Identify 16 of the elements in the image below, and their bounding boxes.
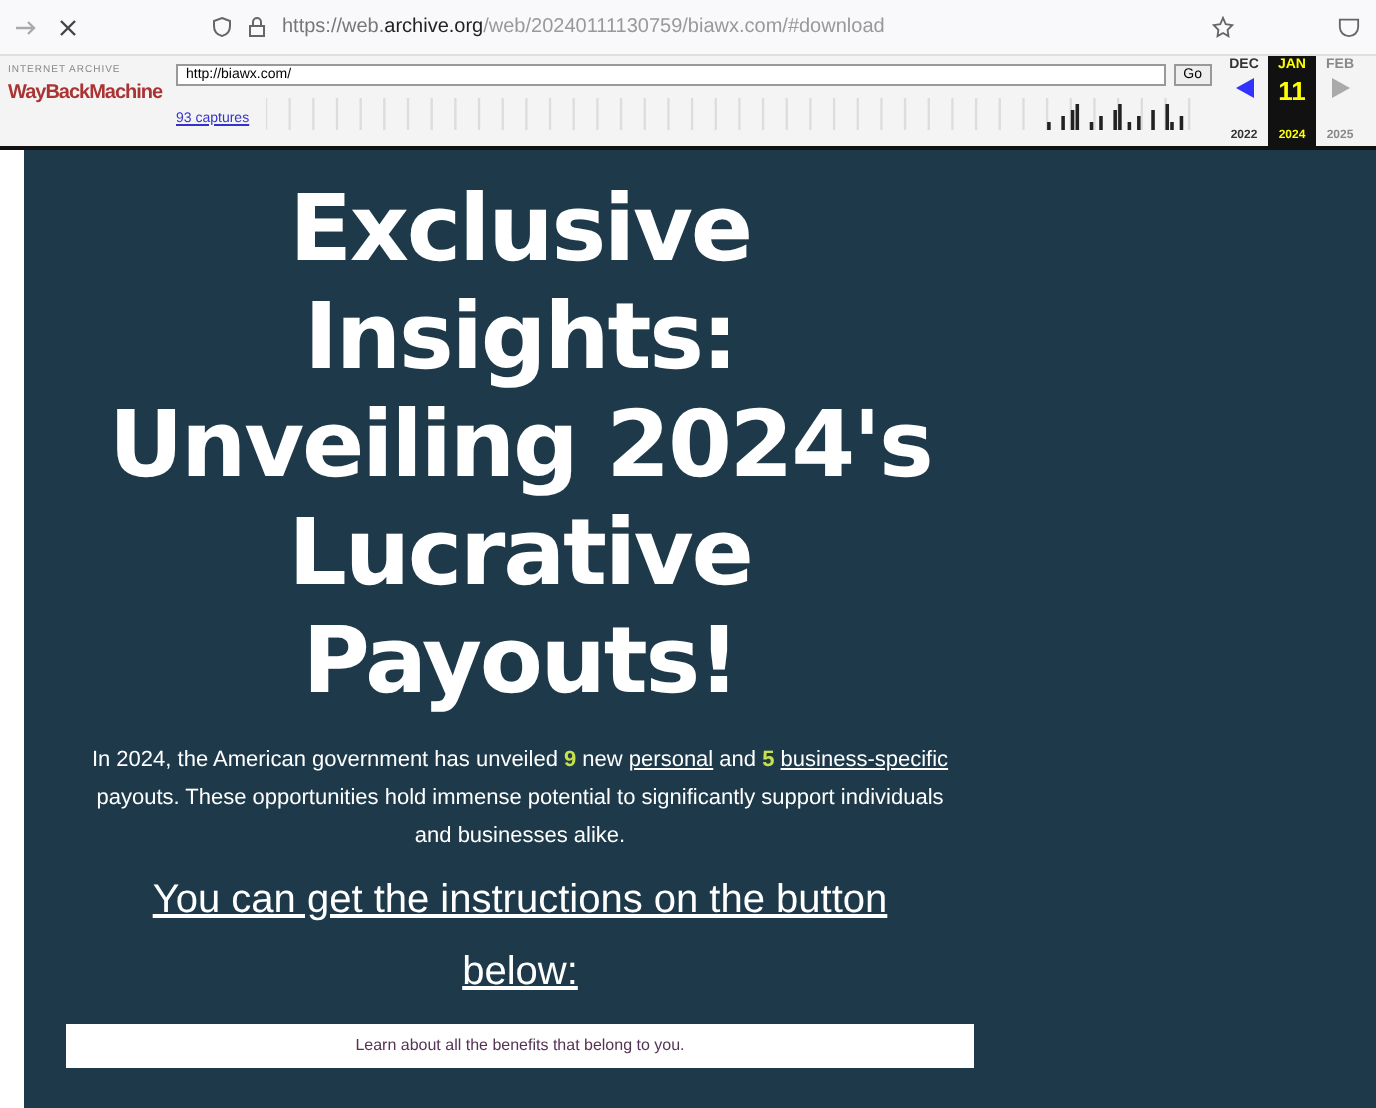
address-bar[interactable]: https://web.archive.org/web/20240111130759/biawx.com/#download	[212, 12, 1188, 42]
pocket-icon[interactable]	[1338, 16, 1360, 38]
shield-icon	[212, 16, 232, 38]
lock-icon	[248, 16, 266, 38]
day-label: 11	[1278, 77, 1306, 103]
close-icon[interactable]	[60, 19, 76, 35]
page-heading: Exclusive Insights: Unveiling 2024's Lucrative Payouts!	[106, 174, 934, 714]
benefits-button[interactable]: Learn about all the benefits that belong to you.	[66, 1024, 974, 1068]
intro-paragraph: In 2024, the American government has unveiled 9 new personal and 5 business-specific payouts. These opportunities hold immense potential to significantly support individuals and businesses alike.	[89, 746, 951, 852]
text-link[interactable]: business-specific	[780, 748, 949, 772]
star-icon[interactable]	[1212, 16, 1234, 38]
url-text: https://web.archive.org/web/20240111130759/biawx.com/#download	[282, 14, 885, 42]
wayback-logo[interactable]: WayBackMachine	[8, 79, 163, 107]
text-link[interactable]: personal	[628, 748, 714, 772]
instructions-heading[interactable]: You can get the instructions on the button below:	[120, 864, 920, 1008]
previous-arrow-icon[interactable]	[1235, 77, 1253, 97]
